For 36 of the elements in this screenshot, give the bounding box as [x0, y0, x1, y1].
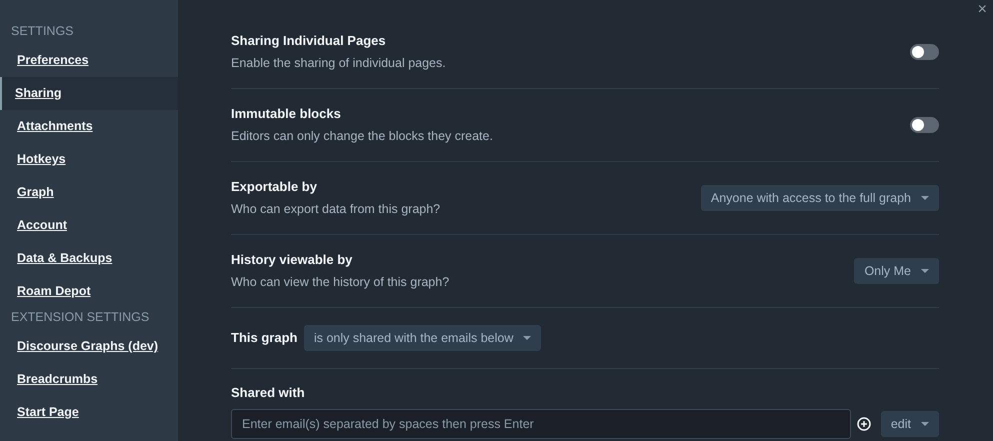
toggle-switch[interactable] — [910, 44, 939, 60]
setting-title: Sharing Individual Pages — [231, 32, 387, 50]
setting-description: Editors can only change the blocks they create. — [231, 128, 494, 146]
toggle-switch[interactable] — [910, 117, 939, 133]
sidebar-item[interactable]: Attachments — [0, 110, 178, 143]
setting-description: Who can export data from this graph? — [231, 201, 442, 218]
sidebar-heading: EXTENSION SETTINGS — [10, 309, 150, 326]
setting-title: Shared with — [231, 384, 306, 402]
caret-icon — [921, 422, 929, 426]
setting-title: Immutable blocks — [231, 104, 342, 123]
setting-title: Exportable by — [231, 178, 318, 196]
sidebar-item[interactable]: Discourse Graphs (dev) — [0, 330, 178, 363]
setting-title: History viewable by — [231, 250, 354, 269]
caret-icon — [921, 269, 929, 273]
sidebar-item[interactable]: Breadcrumbs — [0, 363, 178, 396]
dropdown-button[interactable]: edit — [880, 411, 939, 437]
sidebar-item[interactable]: Account — [0, 209, 178, 242]
setting-description: Who can view the history of this graph? — [231, 274, 450, 292]
dropdown-button[interactable]: Anyone with access to the full graph — [700, 185, 939, 211]
sidebar-item[interactable]: Roam Depot — [0, 275, 178, 308]
setting-title: This graph — [231, 329, 298, 348]
email-field[interactable]: Enter email(s) separated by spaces then press Enter — [231, 409, 851, 439]
close-button[interactable]: × — [978, 2, 987, 18]
sidebar-item[interactable]: Data & Backups — [0, 242, 178, 275]
sidebar-item[interactable]: Start Page — [0, 396, 178, 429]
sidebar-item[interactable]: Hotkeys — [0, 143, 178, 176]
setting-description: Enable the sharing of individual pages. — [231, 55, 447, 72]
add-icon[interactable] — [857, 417, 872, 431]
sidebar-item[interactable]: Preferences — [0, 44, 178, 77]
dropdown-button[interactable]: Only Me — [854, 258, 939, 284]
caret-icon — [523, 336, 532, 340]
sidebar-item[interactable]: Graph — [0, 176, 178, 209]
sidebar-item[interactable]: Sharing — [0, 77, 178, 110]
caret-icon — [921, 196, 929, 200]
sidebar-heading: SETTINGS — [10, 23, 75, 40]
dropdown-button[interactable]: is only shared with the emails below — [304, 325, 542, 351]
